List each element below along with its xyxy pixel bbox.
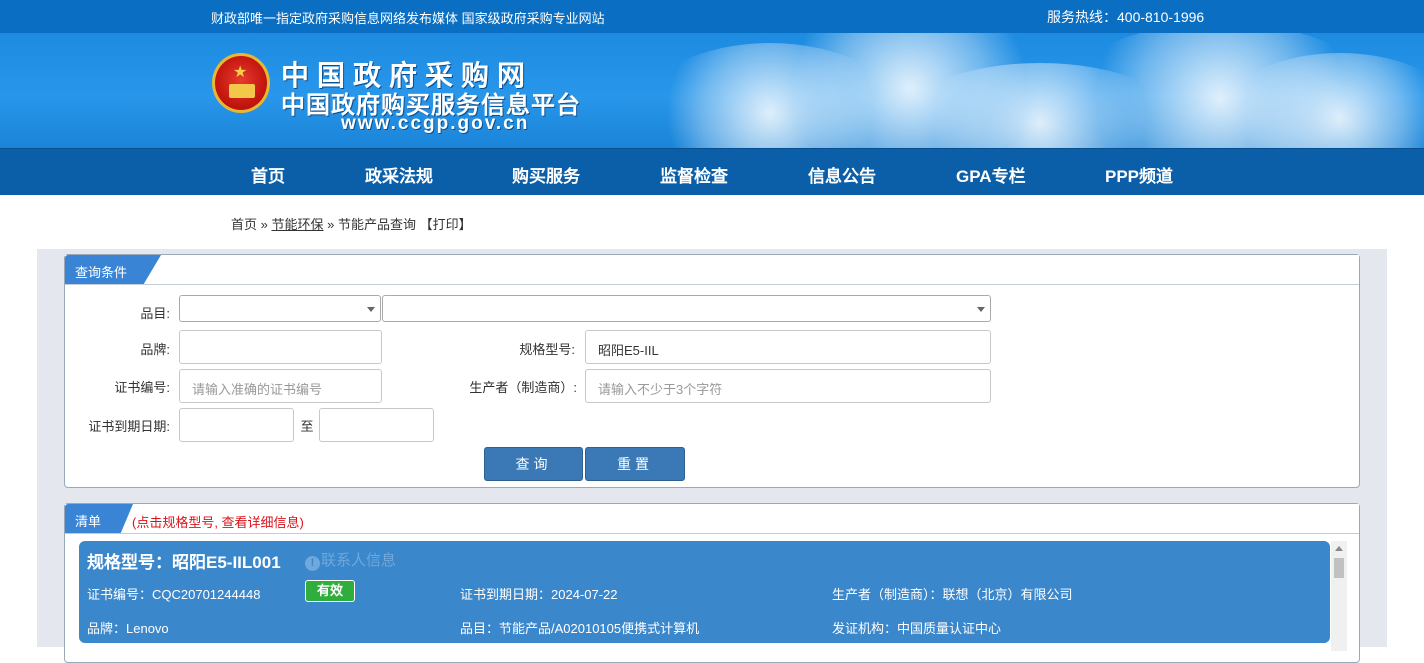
- breadcrumb-separator: »: [327, 217, 335, 232]
- nav-item-regulations[interactable]: 政采法规: [365, 162, 433, 187]
- main-nav: 首页 政采法规 购买服务 监督检查 信息公告 GPA专栏 PPP频道: [0, 148, 1424, 195]
- result-list-header: 清单 (点击规格型号, 查看详细信息): [65, 504, 1359, 534]
- result-model-title[interactable]: 规格型号：昭阳E5-IIL001: [87, 548, 281, 573]
- manufacturer-label: 生产者（制造商）:: [469, 380, 577, 395]
- nav-item-supervision[interactable]: 监督检查: [660, 162, 728, 187]
- nav-item-ppp[interactable]: PPP频道: [1105, 162, 1173, 187]
- brand-label: 品牌:: [140, 342, 170, 357]
- category-label: 品目:: [140, 306, 170, 321]
- status-badge: 有效: [305, 580, 355, 602]
- scroll-up-icon[interactable]: [1335, 546, 1343, 551]
- result-brand: 品牌：Lenovo: [87, 621, 169, 636]
- query-panel-tab: 查询条件: [65, 255, 161, 284]
- expiry-date-label: 证书到期日期:: [88, 419, 170, 434]
- result-scrollbar[interactable]: [1331, 541, 1347, 651]
- expiry-date-to-input[interactable]: [319, 408, 434, 442]
- query-panel: 查询条件 品目: 品牌: 规格型号: 昭阳E5-IIL 证书编号: 请输入准确的…: [64, 254, 1360, 488]
- expiry-date-from-input[interactable]: [179, 408, 294, 442]
- nav-item-home[interactable]: 首页: [251, 162, 285, 187]
- top-slogan: 财政部唯一指定政府采购信息网络发布媒体 国家级政府采购专业网站: [211, 11, 605, 26]
- result-category: 品目：节能产品/A02010105便携式计算机: [460, 621, 700, 636]
- reset-button[interactable]: 重置: [585, 447, 685, 481]
- breadcrumb: 首页 » 节能环保 » 节能产品查询 【打印】: [231, 214, 472, 233]
- result-list-panel: 清单 (点击规格型号, 查看详细信息) 规格型号：昭阳E5-IIL001 ! 联系…: [64, 503, 1360, 663]
- logo-url: www.ccgp.gov.cn: [341, 113, 530, 134]
- breadcrumb-home[interactable]: 首页: [231, 217, 257, 232]
- print-link[interactable]: 【打印】: [420, 217, 472, 232]
- nav-item-announcements[interactable]: 信息公告: [808, 162, 876, 187]
- chevron-down-icon: [977, 307, 985, 312]
- national-emblem-logo[interactable]: ★: [212, 53, 270, 113]
- brand-input[interactable]: [179, 330, 382, 364]
- chevron-down-icon: [367, 307, 375, 312]
- service-hotline: 服务热线：400-810-1996: [1047, 9, 1205, 25]
- date-range-separator: 至: [300, 419, 314, 434]
- result-issuer: 发证机构：中国质量认证中心: [832, 621, 1002, 636]
- scroll-thumb[interactable]: [1334, 558, 1344, 578]
- query-panel-header: 查询条件: [65, 255, 1359, 285]
- cert-number-input[interactable]: 请输入准确的证书编号: [179, 369, 382, 403]
- result-card[interactable]: 规格型号：昭阳E5-IIL001 ! 联系人信息 证书编号：CQC20701244…: [79, 541, 1330, 643]
- breadcrumb-separator: »: [260, 217, 268, 232]
- result-manufacturer: 生产者（制造商）：联想（北京）有限公司: [832, 587, 1073, 602]
- contact-info-link[interactable]: ! 联系人信息: [305, 549, 396, 571]
- breadcrumb-current: 节能产品查询: [338, 217, 417, 232]
- model-label: 规格型号:: [519, 342, 575, 357]
- result-expiry-date: 证书到期日期：2024-07-22: [460, 587, 618, 602]
- result-list-hint: (点击规格型号, 查看详细信息): [132, 515, 304, 530]
- category-select-1[interactable]: [179, 295, 381, 322]
- result-cert-number: 证书编号：CQC20701244448: [87, 587, 261, 602]
- header-banner: ★ 中国政府采购网 中国政府购买服务信息平台 www.ccgp.gov.cn: [0, 33, 1424, 148]
- contact-info-label: 联系人信息: [321, 552, 397, 569]
- cert-number-label: 证书编号:: [114, 380, 170, 395]
- result-list-tab: 清单: [65, 504, 133, 533]
- nav-item-purchase-service[interactable]: 购买服务: [512, 162, 580, 187]
- model-input[interactable]: 昭阳E5-IIL: [585, 330, 991, 364]
- info-icon: !: [305, 556, 320, 571]
- breadcrumb-energy-saving[interactable]: 节能环保: [272, 217, 324, 232]
- nav-item-gpa[interactable]: GPA专栏: [956, 162, 1026, 187]
- category-select-2[interactable]: [382, 295, 991, 322]
- top-bar: 财政部唯一指定政府采购信息网络发布媒体 国家级政府采购专业网站 服务热线：400…: [0, 0, 1424, 33]
- manufacturer-input[interactable]: 请输入不少于3个字符: [585, 369, 991, 403]
- search-button[interactable]: 查询: [484, 447, 583, 481]
